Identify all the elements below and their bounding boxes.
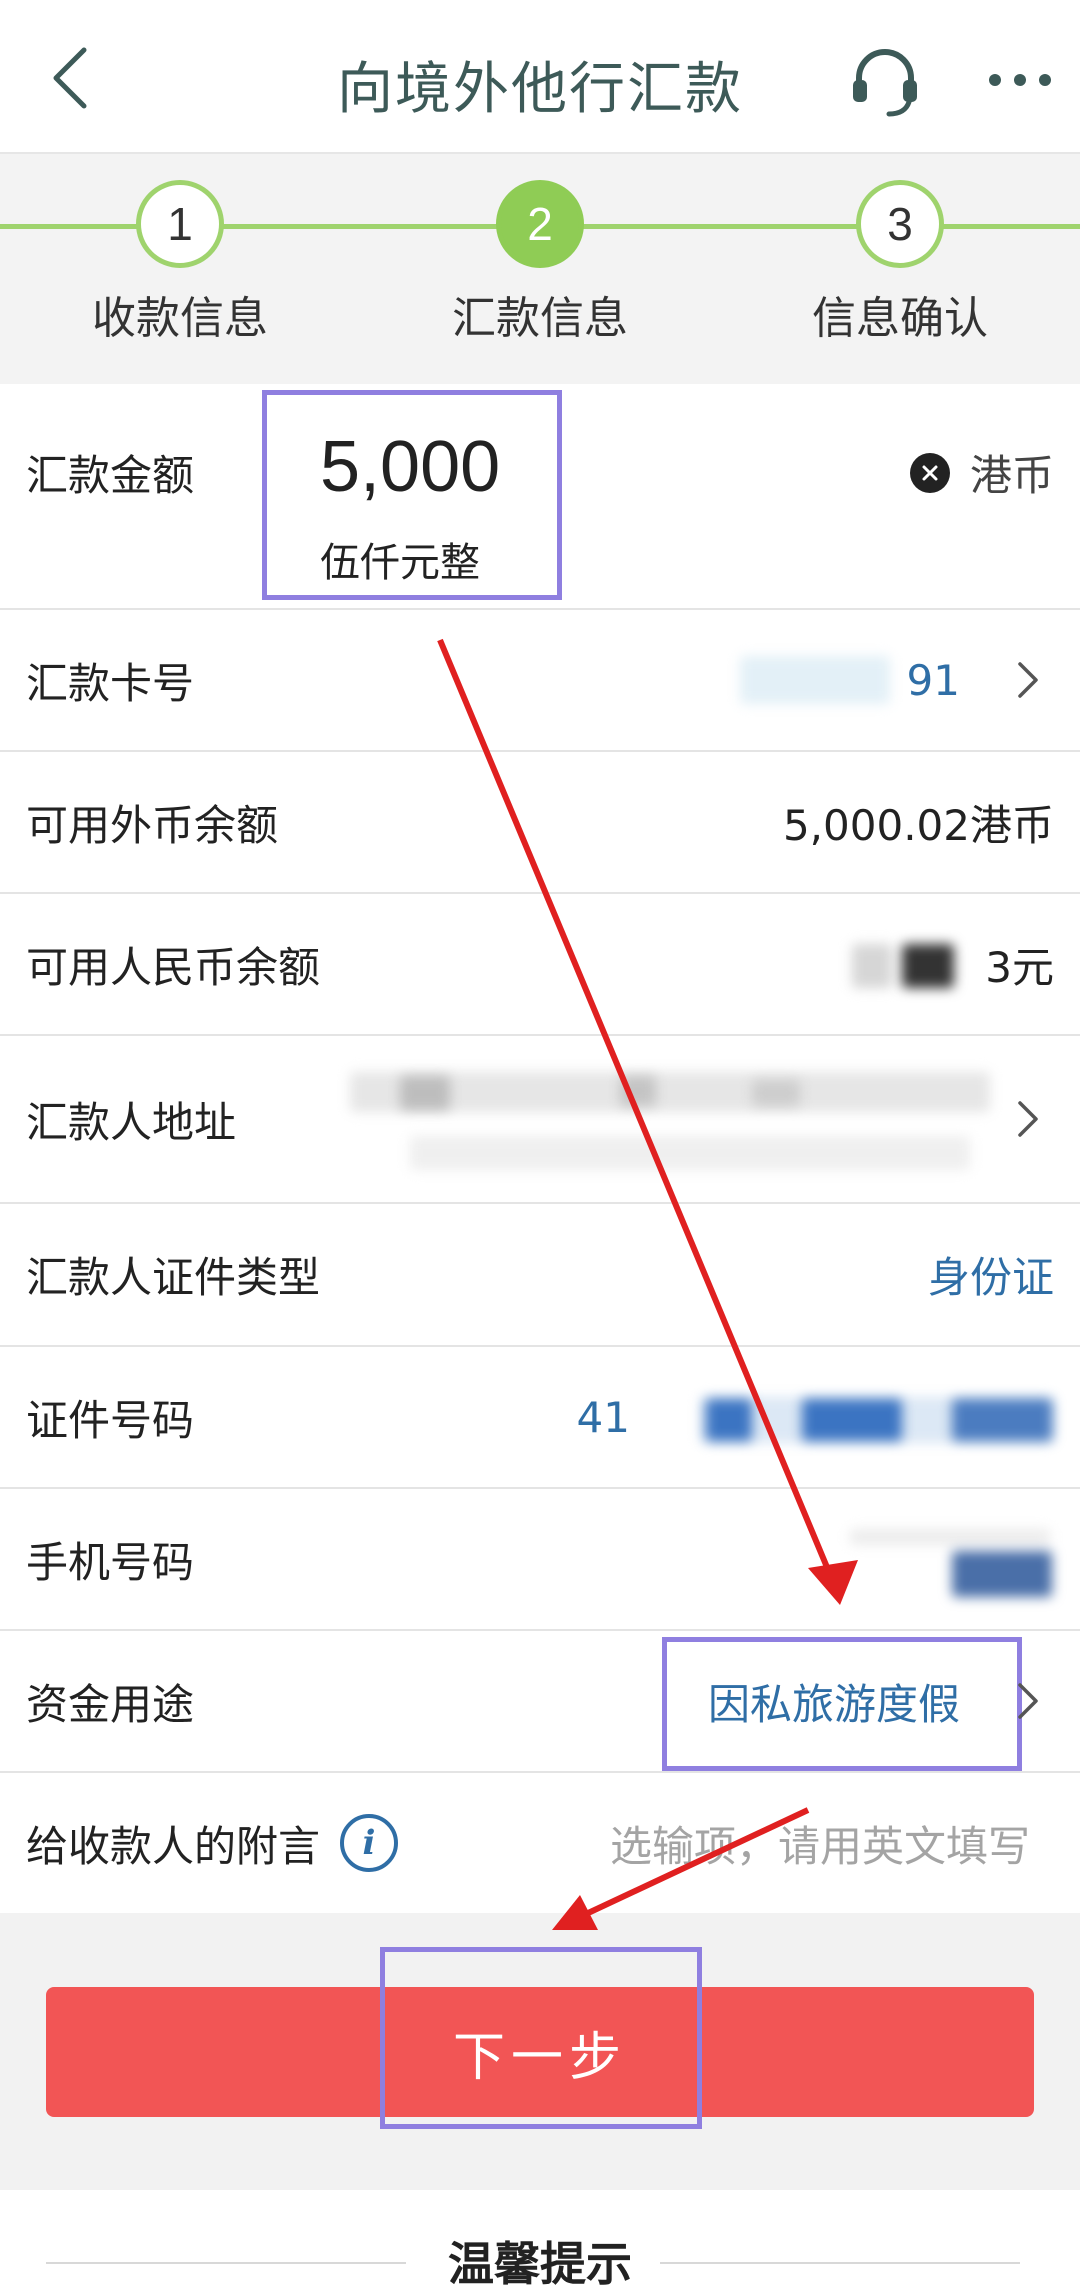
- headset-icon: [853, 49, 917, 117]
- masked-id-number: [802, 1399, 902, 1441]
- phone-row[interactable]: 手机号码: [0, 1489, 1080, 1631]
- step-label: 收款信息: [92, 293, 268, 344]
- masked-id-number: [706, 1399, 752, 1441]
- amount-in-words: 伍仟元整: [320, 540, 480, 586]
- card-row[interactable]: 汇款卡号 91: [0, 610, 1080, 752]
- purpose-value: 因私旅游度假: [707, 1679, 960, 1729]
- id-type-row[interactable]: 汇款人证件类型 身份证: [0, 1204, 1080, 1347]
- remark-row[interactable]: 给收款人的附言 i 选输项，请用英文填写: [0, 1773, 1080, 1913]
- step-3: 3 信息确认: [780, 180, 1020, 346]
- remark-label: 给收款人的附言: [26, 1821, 321, 1871]
- id-number-label: 证件号码: [26, 1395, 195, 1445]
- step-label: 汇款信息: [452, 293, 628, 344]
- clear-icon[interactable]: [909, 452, 950, 493]
- currency-selector[interactable]: 港币: [909, 442, 1054, 503]
- masked-balance: [902, 944, 954, 988]
- masked-card-number: [740, 656, 890, 704]
- masked-address: [400, 1076, 450, 1110]
- amount-row: 汇款金额 5,000 伍仟元整 港币: [0, 384, 1080, 610]
- fx-balance-row: 可用外币余额 5,000.02港币: [0, 752, 1080, 894]
- step-label: 信息确认: [812, 293, 988, 344]
- masked-id-number: [952, 1399, 1052, 1441]
- id-number-row[interactable]: 证件号码 41: [0, 1347, 1080, 1489]
- more-button[interactable]: [980, 40, 1060, 120]
- purpose-row[interactable]: 资金用途 因私旅游度假: [0, 1631, 1080, 1773]
- address-label: 汇款人地址: [26, 1097, 237, 1147]
- masked-phone: [850, 1529, 1050, 1545]
- masked-address: [752, 1080, 800, 1106]
- fx-balance-value: 5,000.02港币: [782, 800, 1054, 850]
- top-bar: 向境外他行汇款: [0, 0, 1080, 154]
- fx-balance-label: 可用外币余额: [26, 800, 279, 850]
- step-number: 2: [496, 180, 584, 268]
- step-2: 2 汇款信息: [420, 180, 660, 346]
- more-dots-icon: [989, 74, 1051, 86]
- customer-service-button[interactable]: [840, 40, 930, 120]
- remark-input[interactable]: 选输项，请用英文填写: [610, 1813, 1030, 1874]
- action-area: 下一步: [0, 1915, 1080, 2155]
- amount-input[interactable]: 5,000: [320, 426, 500, 508]
- step-number: 1: [136, 180, 224, 268]
- tips-section: 温馨提示: [0, 2190, 1080, 2291]
- id-type-value: 身份证: [927, 1253, 1054, 1302]
- card-label: 汇款卡号: [26, 658, 195, 708]
- step-number: 3: [856, 180, 944, 268]
- card-number: 91: [906, 655, 960, 705]
- masked-phone: [952, 1551, 1052, 1597]
- chevron-right-icon: [1016, 1099, 1046, 1139]
- rmb-balance-row: 可用人民币余额 3元: [0, 894, 1080, 1036]
- chevron-right-icon: [1016, 1681, 1046, 1721]
- next-highlight-box: [380, 1947, 702, 2129]
- progress-stepper: 1 收款信息 2 汇款信息 3 信息确认: [0, 154, 1080, 384]
- masked-address: [410, 1136, 970, 1170]
- rmb-balance-label: 可用人民币余额: [26, 942, 321, 992]
- id-type-label: 汇款人证件类型: [26, 1253, 321, 1302]
- step-1: 1 收款信息: [60, 180, 300, 346]
- amount-label: 汇款金额: [26, 451, 195, 500]
- currency-label: 港币: [969, 451, 1054, 500]
- address-row[interactable]: 汇款人地址: [0, 1036, 1080, 1204]
- phone-label: 手机号码: [26, 1537, 195, 1587]
- rmb-balance-value: 3元: [985, 942, 1054, 992]
- tips-title: 温馨提示: [448, 2237, 632, 2291]
- id-number-value: 41: [576, 1392, 630, 1442]
- masked-balance: [852, 944, 892, 988]
- remittance-form: 汇款金额 5,000 伍仟元整 港币 汇款卡号 91 可用外币余额 5,000.…: [0, 384, 1080, 1913]
- masked-address: [620, 1076, 656, 1106]
- info-icon[interactable]: i: [340, 1814, 398, 1872]
- purpose-label: 资金用途: [26, 1679, 195, 1729]
- chevron-right-icon: [1016, 660, 1046, 700]
